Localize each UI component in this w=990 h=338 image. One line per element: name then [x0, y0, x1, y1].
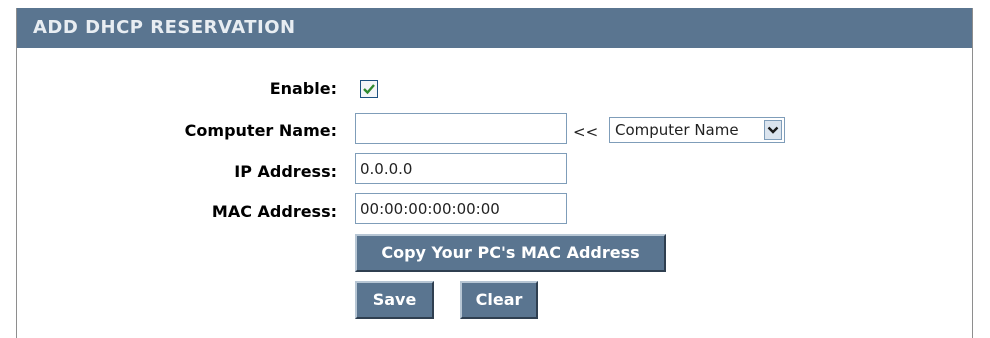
mac-address-label: MAC Address:: [211, 202, 337, 221]
computer-name-select-value: Computer Name: [615, 121, 739, 139]
enable-checkbox[interactable]: [360, 80, 378, 98]
copy-arrows: <<: [573, 123, 599, 141]
chevron-down-icon: [767, 126, 779, 134]
panel-title: ADD DHCP RESERVATION: [33, 17, 296, 38]
enable-label: Enable:: [269, 79, 337, 98]
copy-mac-button[interactable]: Copy Your PC's MAC Address: [355, 234, 666, 272]
computer-name-label: Computer Name:: [184, 121, 337, 140]
computer-name-select[interactable]: Computer Name: [609, 117, 785, 143]
mac-address-input[interactable]: 00:00:00:00:00:00: [355, 193, 567, 224]
ip-address-input[interactable]: 0.0.0.0: [355, 153, 567, 184]
dropdown-button[interactable]: [764, 120, 782, 140]
save-button[interactable]: Save: [355, 281, 434, 319]
ip-address-label: IP Address:: [234, 162, 337, 181]
dhcp-reservation-panel: ADD DHCP RESERVATION Enable: Computer Na…: [16, 8, 973, 338]
checkmark-icon: [363, 84, 375, 95]
clear-button[interactable]: Clear: [460, 281, 538, 319]
computer-name-input[interactable]: [355, 113, 567, 144]
panel-header: ADD DHCP RESERVATION: [17, 8, 972, 48]
